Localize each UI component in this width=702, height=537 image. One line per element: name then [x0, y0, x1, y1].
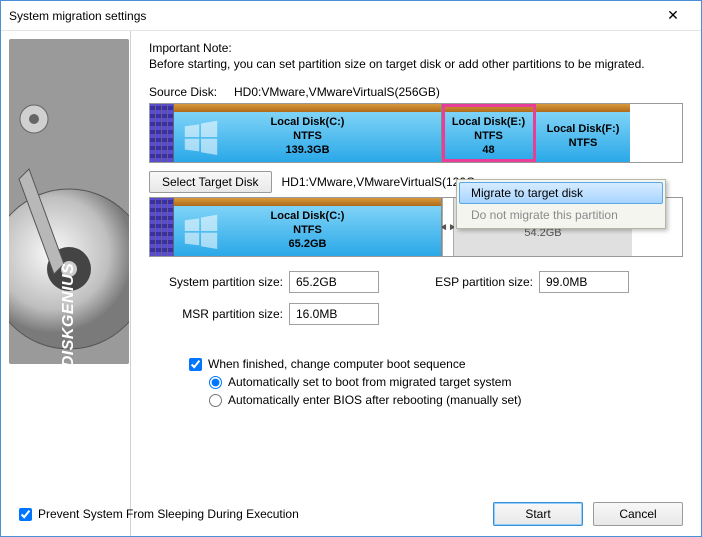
footer: Prevent System From Sleeping During Exec… [1, 502, 701, 526]
change-boot-label: When finished, change computer boot sequ… [208, 357, 466, 371]
esp-size-label: ESP partition size: [419, 275, 539, 289]
windows-flag-icon [178, 116, 223, 158]
source-partition-map: Local Disk(C:) NTFS 139.3GB Local Disk(E… [149, 103, 683, 163]
titlebar: System migration settings ✕ [1, 1, 701, 31]
boot-auto-radio[interactable] [209, 376, 222, 389]
target-partition-c[interactable]: Local Disk(C:) NTFS 65.2GB [174, 198, 442, 256]
system-size-input[interactable] [289, 271, 379, 293]
source-disk-name: HD0:VMware,VMwareVirtualS(256GB) [234, 85, 440, 99]
system-size-label: System partition size: [149, 275, 289, 289]
msr-size-label: MSR partition size: [149, 307, 289, 321]
resize-handle-icon[interactable]: ◄► [442, 198, 454, 256]
note-title: Important Note: [149, 41, 683, 55]
partition-context-menu: Migrate to target disk Do not migrate th… [456, 179, 666, 229]
main-panel: Important Note: Before starting, you can… [131, 31, 701, 536]
msr-size-input[interactable] [289, 303, 379, 325]
window-title: System migration settings [9, 9, 653, 23]
brand-text: DISKGENIUS [60, 263, 78, 364]
close-icon[interactable]: ✕ [653, 2, 693, 30]
cancel-button[interactable]: Cancel [593, 502, 683, 526]
prevent-sleep-checkbox[interactable] [19, 508, 32, 521]
sidebar: DISKGENIUS [1, 31, 131, 536]
system-migration-dialog: System migration settings ✕ DISKGENIUS [0, 0, 702, 537]
source-partition-c[interactable]: Local Disk(C:) NTFS 139.3GB [174, 104, 442, 162]
prevent-sleep-label: Prevent System From Sleeping During Exec… [38, 507, 299, 521]
windows-flag-icon [178, 210, 223, 252]
start-button[interactable]: Start [493, 502, 583, 526]
note-body: Before starting, you can set partition s… [149, 57, 683, 71]
esp-size-input[interactable] [539, 271, 629, 293]
source-partition-f[interactable]: Local Disk(F:) NTFS [536, 104, 630, 162]
source-partition-e[interactable]: Local Disk(E:) NTFS 48 [442, 104, 536, 162]
boot-bios-radio[interactable] [209, 394, 222, 407]
change-boot-checkbox[interactable] [189, 358, 202, 371]
ctx-skip-item[interactable]: Do not migrate this partition [459, 204, 663, 226]
disk-illustration: DISKGENIUS [9, 39, 129, 364]
target-disk-name: HD1:VMware,VMwareVirtualS(120G [282, 175, 476, 189]
boot-bios-label: Automatically enter BIOS after rebooting… [228, 393, 521, 407]
select-target-disk-button[interactable]: Select Target Disk [149, 171, 272, 193]
ctx-migrate-item[interactable]: Migrate to target disk [459, 182, 663, 204]
source-disk-label: Source Disk: [149, 85, 234, 99]
boot-auto-label: Automatically set to boot from migrated … [228, 375, 511, 389]
